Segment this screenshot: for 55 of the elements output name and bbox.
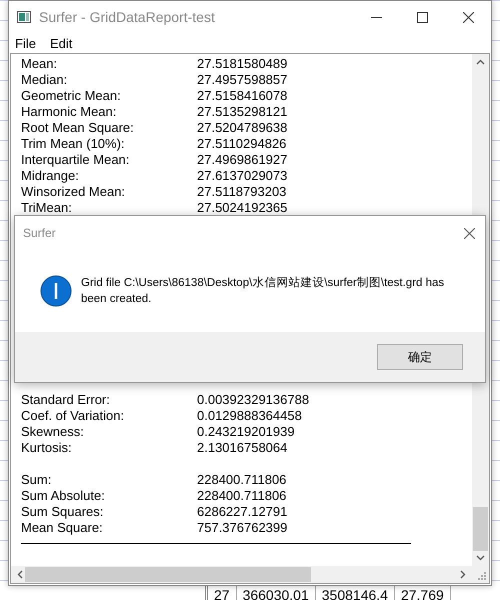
- close-icon[interactable]: [464, 228, 475, 238]
- stat-value: 27.5158416078: [197, 88, 288, 104]
- stat-label: Kurtosis:: [21, 440, 73, 456]
- stat-label: Interquartile Mean:: [21, 152, 130, 168]
- stat-value: 757.376762399: [197, 520, 288, 536]
- scroll-right-icon[interactable]: [460, 570, 466, 579]
- stat-value: 27.6137029073: [197, 168, 288, 184]
- scrollbar-thumb[interactable]: [25, 567, 311, 582]
- stat-label: Standard Error:: [21, 392, 111, 408]
- stat-label: Sum:: [21, 472, 52, 488]
- stat-value: 27.4957598857: [197, 72, 288, 88]
- stat-value: 0.00392329136788: [197, 392, 310, 408]
- stat-value: 228400.711806: [197, 488, 286, 504]
- stat-value: 27.5118793203: [197, 184, 286, 200]
- stat-value: 27.4969861927: [197, 152, 288, 168]
- stat-value: 27.5181580489: [197, 56, 288, 72]
- minimize-icon[interactable]: [370, 16, 382, 18]
- stat-value: 27.5110294826: [197, 136, 286, 152]
- stat-value: 27.5024192365: [197, 200, 288, 216]
- stat-label: Mean:: [21, 56, 58, 72]
- stat-label: Median:: [21, 72, 68, 88]
- stat-label: Skewness:: [21, 424, 85, 440]
- info-icon: [40, 275, 72, 307]
- stat-label: Geometric Mean:: [21, 88, 122, 104]
- stat-label: Winsorized Mean:: [21, 184, 126, 200]
- maximize-icon[interactable]: [416, 12, 428, 22]
- stat-value: 2.13016758064: [197, 440, 288, 456]
- stat-label: Coef. of Variation:: [21, 408, 126, 424]
- stat-label: Sum Absolute:: [21, 488, 106, 504]
- scroll-up-icon[interactable]: [476, 59, 485, 65]
- stat-label: Root Mean Square:: [21, 120, 135, 136]
- dialog-message: Grid file C:\Users\86138\Desktop\水信网站建设\surfer制图\test.grd has been created.: [81, 276, 446, 307]
- stat-label: Harmonic Mean:: [21, 104, 118, 120]
- stat-value: 0.243219201939: [197, 424, 295, 440]
- stat-label: Sum Squares:: [21, 504, 104, 520]
- app-icon: [17, 11, 31, 23]
- resize-grip-icon[interactable]: [478, 572, 486, 580]
- dialog-title: Surfer: [23, 226, 56, 240]
- stat-label: TriMean:: [21, 200, 73, 216]
- stat-value: 228400.711806: [197, 472, 286, 488]
- scroll-left-icon[interactable]: [17, 570, 23, 579]
- stat-label: Mean Square:: [21, 520, 104, 536]
- close-icon[interactable]: [462, 12, 474, 22]
- stat-value: 27.5204789638: [197, 120, 288, 136]
- window-title: Surfer - GridDataReport-test: [39, 9, 216, 25]
- menu-item[interactable]: File: [15, 36, 36, 50]
- stat-label: Trim Mean (10%):: [21, 136, 126, 152]
- stat-value: 0.0129888364458: [197, 408, 302, 424]
- stat-value: 6286227.12791: [197, 504, 288, 520]
- stat-label: Midrange:: [21, 168, 80, 184]
- menu-item[interactable]: Edit: [50, 36, 72, 50]
- scrollbar-thumb[interactable]: [473, 507, 488, 551]
- ok-button[interactable]: 确定: [377, 344, 463, 370]
- stat-value: 27.5135298121: [197, 104, 288, 120]
- scroll-down-icon[interactable]: [476, 555, 485, 561]
